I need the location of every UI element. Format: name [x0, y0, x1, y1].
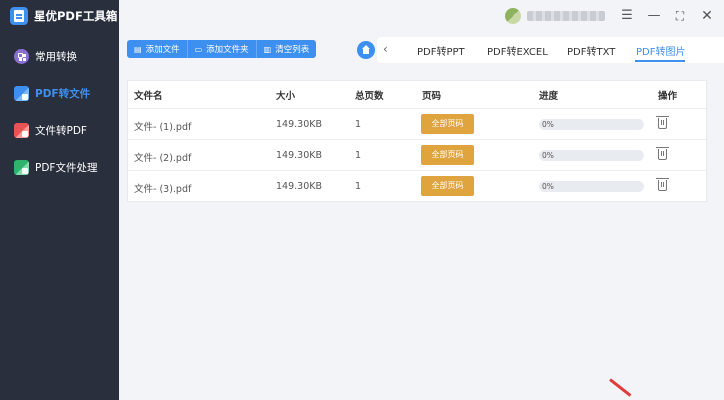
delete-icon[interactable] [656, 116, 669, 129]
add-folder-button[interactable]: ▭ 添加文件夹 [187, 40, 257, 58]
sidebar-item-label: PDF文件处理 [35, 161, 98, 174]
title-bar: ☰ — ⛶ ✕ [119, 0, 724, 32]
delete-icon[interactable] [656, 178, 669, 191]
all-pages-button[interactable]: 全部页码 [421, 176, 474, 196]
pdf-to-file-icon [14, 85, 29, 101]
delete-icon[interactable] [656, 147, 669, 160]
minimize-icon[interactable]: — [646, 8, 662, 24]
grid-icon [14, 48, 29, 64]
toolbar: ▤ 添加文件 ▭ 添加文件夹 ▥ 清空列表 [127, 40, 317, 58]
tab-pdf-to-image[interactable]: PDF转图片 [636, 43, 685, 58]
sidebar-item-pdf-to-file[interactable]: PDF转文件 [0, 80, 119, 106]
username-blurred [527, 11, 605, 21]
tab-pdf-to-txt[interactable]: PDF转TXT [567, 43, 615, 58]
file-to-pdf-icon [14, 122, 29, 138]
chevron-left-icon[interactable]: ‹ [383, 42, 388, 56]
progress-text: 0% [542, 120, 554, 129]
pdf-process-icon [14, 159, 29, 175]
table-row: 文件- (3).pdf 149.30KB 1 全部页码 0% [128, 170, 706, 201]
column-header-progress: 进度 [539, 91, 559, 102]
file-name: 文件- (1).pdf [134, 122, 192, 133]
file-size: 149.30KB [276, 119, 322, 130]
file-name: 文件- (3).pdf [134, 184, 192, 195]
sidebar-item-label: PDF转文件 [35, 87, 91, 100]
settings-icon[interactable]: ☰ [619, 8, 635, 24]
progress-bar: 0% [539, 119, 644, 130]
file-size: 149.30KB [276, 150, 322, 161]
progress-text: 0% [542, 182, 554, 191]
sidebar-item-common[interactable]: 常用转换 [0, 43, 119, 69]
file-icon: ▤ [134, 44, 142, 54]
app-title: 星优PDF工具箱 [34, 9, 118, 23]
page-count: 1 [355, 150, 362, 161]
trash-icon: ▥ [263, 44, 272, 54]
annotation-arrow [609, 378, 632, 397]
sidebar-item-pdf-process[interactable]: PDF文件处理 [0, 154, 119, 180]
all-pages-button[interactable]: 全部页码 [421, 145, 474, 165]
progress-bar: 0% [539, 150, 644, 161]
sidebar-item-label: 文件转PDF [35, 124, 87, 137]
page-count: 1 [355, 119, 362, 130]
home-icon[interactable] [357, 41, 375, 59]
app-logo-icon [10, 7, 28, 25]
tab-pdf-to-excel[interactable]: PDF转EXCEL [487, 43, 548, 58]
progress-text: 0% [542, 151, 554, 160]
column-header-pages: 总页数 [355, 91, 384, 102]
sidebar: 星优PDF工具箱 常用转换 PDF转文件 文件转PDF PDF文件处理 [0, 0, 119, 400]
clear-list-button[interactable]: ▥ 清空列表 [256, 40, 317, 58]
close-icon[interactable]: ✕ [699, 8, 715, 24]
page-count: 1 [355, 181, 362, 192]
avatar[interactable] [505, 8, 521, 24]
all-pages-button[interactable]: 全部页码 [421, 114, 474, 134]
sidebar-item-label: 常用转换 [35, 50, 77, 63]
file-table: 文件名 大小 总页数 页码 进度 操作 文件- (1).pdf 149.30KB… [127, 80, 707, 202]
tab-bar: ‹ PDF转PPT PDF转EXCEL PDF转TXT PDF转图片 [377, 37, 724, 63]
folder-icon: ▭ [194, 44, 203, 54]
column-header-page-range: 页码 [422, 91, 442, 102]
add-folder-label: 添加文件夹 [206, 45, 249, 55]
column-header-actions: 操作 [658, 91, 678, 102]
clear-list-label: 清空列表 [275, 45, 310, 55]
maximize-icon[interactable]: ⛶ [672, 8, 688, 24]
brand: 星优PDF工具箱 [10, 6, 117, 26]
column-header-filename: 文件名 [134, 91, 163, 102]
add-file-label: 添加文件 [145, 45, 180, 55]
file-size: 149.30KB [276, 181, 322, 192]
tab-pdf-to-ppt[interactable]: PDF转PPT [417, 43, 465, 58]
progress-bar: 0% [539, 181, 644, 192]
column-header-size: 大小 [276, 91, 296, 102]
sidebar-item-file-to-pdf[interactable]: 文件转PDF [0, 117, 119, 143]
file-name: 文件- (2).pdf [134, 153, 192, 164]
table-row: 文件- (1).pdf 149.30KB 1 全部页码 0% [128, 108, 706, 139]
add-file-button[interactable]: ▤ 添加文件 [127, 40, 188, 58]
active-tab-indicator [635, 60, 685, 62]
table-row: 文件- (2).pdf 149.30KB 1 全部页码 0% [128, 139, 706, 170]
